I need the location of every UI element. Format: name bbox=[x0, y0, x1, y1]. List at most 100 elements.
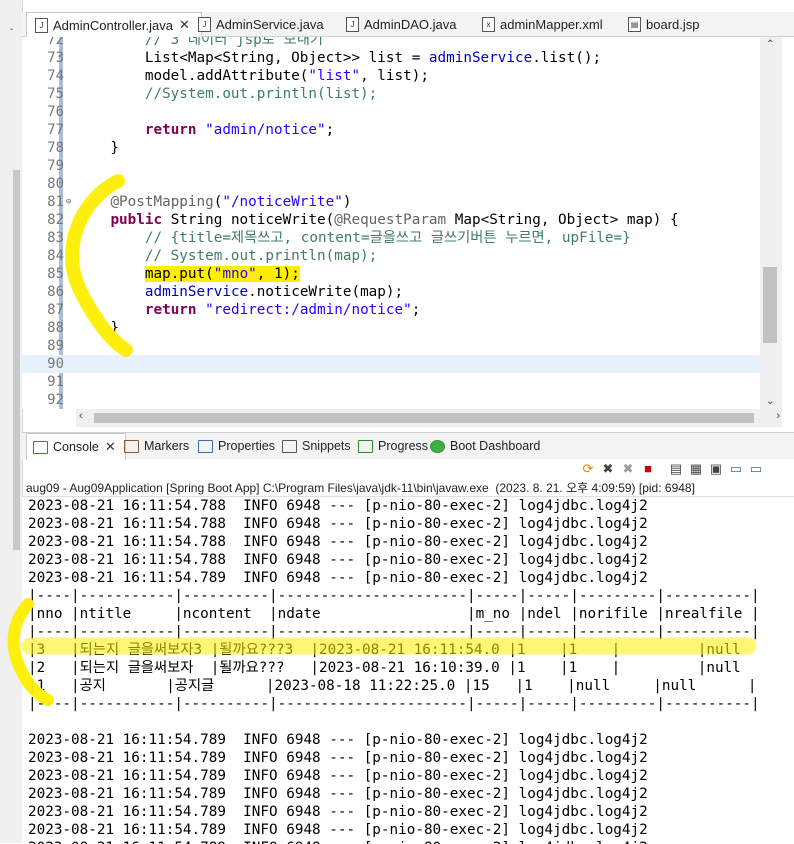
code-line[interactable]: 81 ⊖ @PostMapping("/noticeWrite") bbox=[22, 193, 762, 211]
remove-launch-icon[interactable]: ✖ bbox=[600, 461, 616, 477]
open-console-icon[interactable]: ▭ bbox=[748, 461, 764, 477]
line-number: 76 bbox=[47, 104, 64, 120]
line-number: 86 bbox=[47, 284, 64, 300]
editor-vertical-scrollbar[interactable]: ⌃ ⌄ bbox=[760, 37, 782, 409]
code-line[interactable]: 73 List<Map<String, Object>> list = admi… bbox=[22, 49, 762, 67]
code-line[interactable]: 79 bbox=[22, 157, 762, 175]
console-output[interactable]: 2023-08-21 16:11:54.788 INFO 6948 --- [p… bbox=[22, 496, 794, 844]
code-line[interactable]: 83 // {title=제목쓰고, content=글을쓰고 글쓰기버튼 누르… bbox=[22, 229, 762, 247]
code-line[interactable]: 91 bbox=[22, 373, 762, 391]
code-line[interactable]: 72 // 3 데이터 jsp로 보내기 bbox=[22, 37, 762, 49]
code-line[interactable]: 74 model.addAttribute("list", list); bbox=[22, 67, 762, 85]
code-line[interactable]: 85 map.put("mno", 1); bbox=[22, 265, 762, 283]
fold-toggle-icon[interactable]: ⊖ bbox=[66, 193, 71, 211]
code-line[interactable]: 84 // System.out.println(map); bbox=[22, 247, 762, 265]
code-text: model.addAttribute("list", list); bbox=[76, 68, 429, 84]
line-number: 89 bbox=[47, 338, 64, 354]
spring-boot-icon bbox=[430, 439, 445, 453]
terminate-icon[interactable]: ■ bbox=[640, 461, 656, 477]
collapse-arrow-icon[interactable]: ˇ bbox=[10, 28, 13, 39]
log-line: 2023-08-21 16:11:54.789 INFO 6948 --- [p… bbox=[28, 750, 648, 766]
code-line[interactable]: 76 bbox=[22, 103, 762, 121]
tab-adminservice[interactable]: J AdminService.java bbox=[198, 12, 338, 36]
tab-markers[interactable]: Markers bbox=[124, 433, 189, 459]
scroll-thumb[interactable] bbox=[94, 413, 754, 423]
console-icon bbox=[33, 440, 48, 454]
tab-admindao[interactable]: J AdminDAO.java bbox=[346, 12, 476, 36]
code-line[interactable]: 77 return "admin/notice"; bbox=[22, 121, 762, 139]
line-number: 73 bbox=[47, 50, 64, 66]
scroll-down-icon[interactable]: ⌄ bbox=[766, 396, 774, 407]
code-line[interactable]: 86 adminService.noticeWrite(map); bbox=[22, 283, 762, 301]
line-number: 72 bbox=[47, 37, 64, 48]
tab-label: Console bbox=[53, 440, 99, 454]
log-line: 2023-08-21 16:11:54.788 INFO 6948 --- [p… bbox=[28, 498, 648, 514]
scroll-right-icon[interactable]: › bbox=[776, 410, 780, 422]
line-number: 85 bbox=[47, 266, 64, 282]
tab-properties[interactable]: Properties bbox=[198, 433, 275, 459]
code-text: } bbox=[76, 320, 120, 336]
code-line[interactable]: 78 } bbox=[22, 139, 762, 157]
log-line: 2023-08-21 16:11:54.788 INFO 6948 --- [p… bbox=[28, 552, 648, 568]
code-line[interactable]: 80 bbox=[22, 175, 762, 193]
scroll-up-icon[interactable]: ⌃ bbox=[766, 39, 774, 50]
side-panel-grip[interactable] bbox=[13, 170, 20, 550]
workbench-left-strip: ˇ bbox=[0, 0, 23, 843]
tab-label: board.jsp bbox=[646, 16, 700, 32]
tab-label: AdminDAO.java bbox=[364, 16, 457, 32]
code-text: adminService.noticeWrite(map); bbox=[144, 284, 404, 300]
tab-progress[interactable]: Progress bbox=[358, 433, 428, 459]
tab-label: AdminController.java bbox=[53, 17, 173, 33]
tab-boot-dashboard[interactable]: Boot Dashboard bbox=[430, 433, 540, 459]
pin-console-icon[interactable]: ▣ bbox=[708, 461, 724, 477]
code-line[interactable]: 92 bbox=[22, 391, 762, 409]
log-line: 2023-08-21 16:11:54.789 INFO 6948 --- [p… bbox=[28, 804, 648, 820]
code-line[interactable]: 89 bbox=[22, 337, 762, 355]
close-icon[interactable]: ✕ bbox=[105, 439, 116, 455]
snippets-icon bbox=[282, 439, 297, 453]
result-table-row: |----|-----------|----------|-----------… bbox=[28, 696, 760, 712]
code-text: @PostMapping("/noticeWrite") bbox=[110, 194, 352, 210]
display-console-icon[interactable]: ▭ bbox=[728, 461, 744, 477]
log-line: 2023-08-21 16:11:54.789 INFO 6948 --- [p… bbox=[28, 822, 648, 838]
tab-label: adminMapper.xml bbox=[500, 16, 603, 32]
remove-all-icon[interactable]: ✖ bbox=[620, 461, 636, 477]
close-icon[interactable]: ✕ bbox=[179, 17, 190, 33]
code-line[interactable]: 88 } bbox=[22, 319, 762, 337]
tab-label: Markers bbox=[144, 439, 190, 453]
line-number: 80 bbox=[47, 176, 64, 192]
code-line[interactable]: 87 return "redirect:/admin/notice"; bbox=[22, 301, 762, 319]
line-number: 78 bbox=[47, 140, 64, 156]
line-number: 88 bbox=[47, 320, 64, 336]
line-number: 84 bbox=[47, 248, 64, 264]
code-text: // {title=제목쓰고, content=글을쓰고 글쓰기버튼 누르면, … bbox=[76, 230, 631, 246]
line-number: 77 bbox=[47, 122, 64, 138]
clear-console-icon[interactable]: ▦ bbox=[688, 461, 704, 477]
log-line: 2023-08-21 16:11:54.789 INFO 6948 --- [p… bbox=[28, 768, 648, 784]
tab-console[interactable]: Console ✕ bbox=[26, 433, 126, 460]
code-line[interactable]: 90 bbox=[22, 355, 762, 373]
result-table-row: |----|-----------|----------|-----------… bbox=[28, 624, 760, 640]
editor-horizontal-scrollbar[interactable]: ‹ › bbox=[76, 409, 782, 427]
code-editor[interactable]: 72 // 3 데이터 jsp로 보내기 73 List<Map<String, … bbox=[22, 37, 782, 409]
relaunch-icon[interactable]: ⟳ bbox=[580, 461, 596, 477]
code-text: } bbox=[76, 140, 120, 156]
code-line[interactable]: 75 //System.out.println(list); bbox=[22, 85, 762, 103]
progress-icon bbox=[358, 439, 373, 453]
console-launch-header: aug09 - Aug09Application [Spring Boot Ap… bbox=[26, 481, 695, 495]
tab-adminmapper[interactable]: x adminMapper.xml bbox=[482, 12, 622, 36]
scroll-left-icon[interactable]: ‹ bbox=[79, 410, 83, 422]
line-number: 91 bbox=[47, 374, 64, 390]
tab-admincontroller[interactable]: J AdminController.java ✕ bbox=[26, 12, 202, 37]
log-line: 2023-08-21 16:11:54.788 INFO 6948 --- [p… bbox=[28, 516, 648, 532]
code-line[interactable]: 82 public String noticeWrite(@RequestPar… bbox=[22, 211, 762, 229]
scroll-lock-icon[interactable]: ▤ bbox=[668, 461, 684, 477]
code-text: map.put("mno", 1); bbox=[144, 266, 300, 282]
line-number: 92 bbox=[47, 392, 64, 408]
scroll-thumb[interactable] bbox=[763, 267, 777, 343]
tab-board-jsp[interactable]: ▤ board.jsp bbox=[628, 12, 738, 36]
line-number: 75 bbox=[47, 86, 64, 102]
code-text: //System.out.println(list); bbox=[76, 86, 378, 102]
tab-snippets[interactable]: Snippets bbox=[282, 433, 351, 459]
editor-tab-bar: J AdminController.java ✕ J AdminService.… bbox=[22, 12, 794, 37]
